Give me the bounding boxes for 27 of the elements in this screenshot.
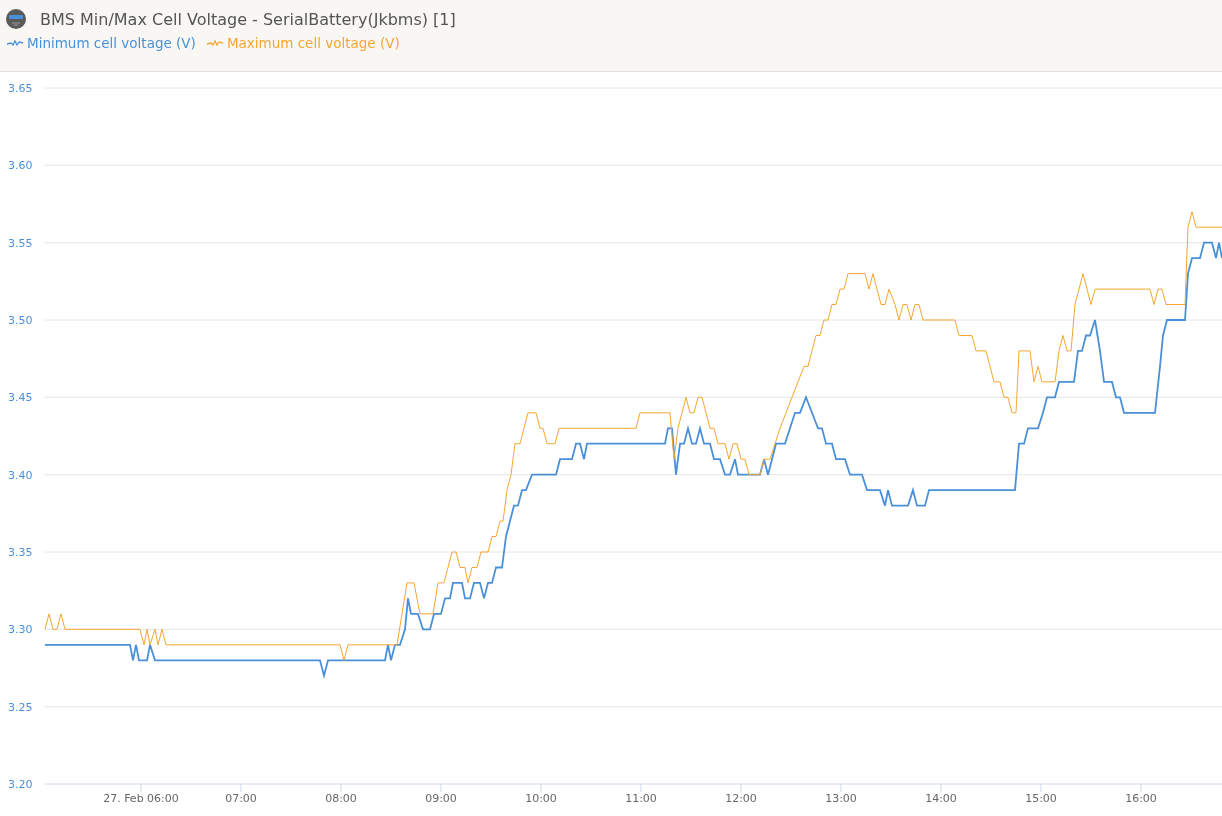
- x-axis-label: 14:00: [925, 792, 957, 805]
- chart-title: BMS Min/Max Cell Voltage - SerialBattery(Jkbms) [1]: [40, 9, 456, 29]
- y-axis-label: 3.65: [8, 82, 33, 95]
- y-axis-label: 3.60: [8, 159, 33, 173]
- x-axis-label: 15:00: [1025, 792, 1057, 805]
- legend-item[interactable]: Minimum cell voltage (V): [6, 35, 196, 51]
- x-axis-label: 10:00: [525, 792, 557, 805]
- x-axis-label: 11:00: [625, 792, 657, 805]
- line-sample-icon: [6, 39, 24, 47]
- y-axis-label: 3.50: [8, 314, 33, 327]
- x-axis-label: 09:00: [425, 792, 457, 805]
- x-axis-label: 16:00: [1125, 792, 1157, 805]
- x-axis-label: 08:00: [325, 792, 357, 805]
- x-axis-label: 12:00: [725, 792, 757, 805]
- x-axis-label: 13:00: [825, 792, 857, 805]
- y-axis-label: 3.45: [8, 391, 33, 405]
- x-axis-label: 07:00: [225, 792, 257, 805]
- y-axis-label: 3.40: [8, 468, 33, 482]
- y-axis-label: 3.20: [8, 778, 33, 791]
- y-axis-label: 3.35: [8, 546, 33, 559]
- y-axis-label: 3.30: [8, 623, 33, 637]
- x-axis-label: 27. Feb 06:00: [103, 792, 179, 805]
- line-sample-icon: [205, 39, 224, 47]
- y-axis-label: 3.55: [8, 236, 33, 250]
- y-axis-label: 3.25: [8, 700, 33, 714]
- battery-gauge-icon: [6, 9, 26, 29]
- legend-item[interactable]: Maximum cell voltage (V): [205, 35, 400, 51]
